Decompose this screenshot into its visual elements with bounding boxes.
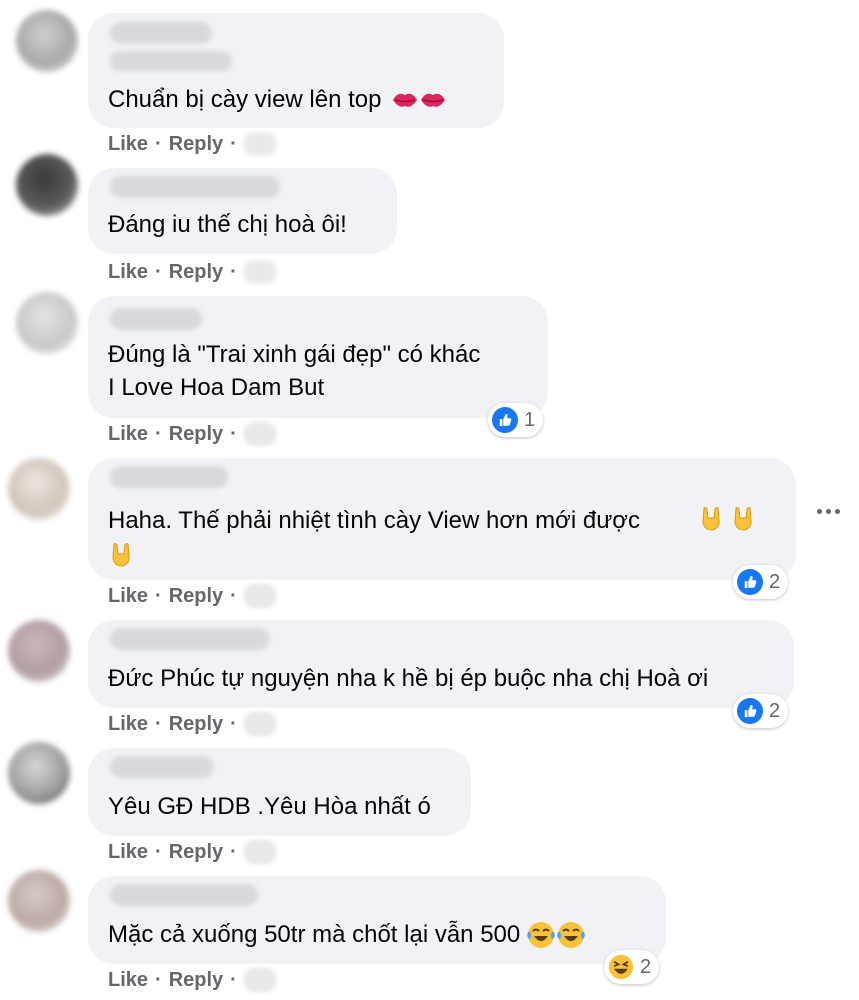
separator-dot: · bbox=[230, 422, 237, 445]
comment-bubble: Haha. Thế phải nhiệt tình cày View hơn m… bbox=[88, 458, 796, 580]
reply-link[interactable]: Reply bbox=[169, 133, 223, 156]
like-link[interactable]: Like bbox=[108, 969, 148, 992]
like-reaction-icon bbox=[737, 569, 763, 595]
separator-dot: · bbox=[230, 712, 237, 735]
kissing-lips-icon bbox=[392, 90, 446, 110]
haha-reaction-icon bbox=[608, 954, 634, 980]
like-link[interactable]: Like bbox=[108, 261, 148, 284]
comment-bubble: Mặc cả xuống 50tr mà chốt lại vẫn 500 bbox=[88, 876, 666, 964]
separator-dot: · bbox=[230, 260, 237, 283]
separator-dot: · bbox=[230, 132, 237, 155]
comment-text: Đáng iu thế chị hoà ôi! bbox=[108, 211, 347, 238]
comment-text: Yêu GĐ HDB .Yêu Hòa nhất ó bbox=[108, 793, 431, 820]
like-link[interactable]: Like bbox=[108, 585, 148, 608]
comment-text: Chuẩn bị cày view lên top bbox=[108, 86, 382, 113]
sign-of-the-horns-icon bbox=[110, 542, 132, 568]
separator-dot: · bbox=[155, 968, 162, 991]
reply-link[interactable]: Reply bbox=[169, 969, 223, 992]
commenter-avatar[interactable] bbox=[8, 458, 70, 520]
reaction-summary[interactable]: 2 bbox=[733, 565, 789, 599]
reaction-summary[interactable]: 1 bbox=[488, 403, 544, 437]
separator-dot: · bbox=[230, 584, 237, 607]
comment-actions: Like · Reply · bbox=[108, 260, 277, 284]
like-link[interactable]: Like bbox=[108, 713, 148, 736]
reply-link[interactable]: Reply bbox=[169, 585, 223, 608]
timestamp-blurred[interactable] bbox=[242, 712, 277, 736]
timestamp-blurred[interactable] bbox=[242, 840, 277, 864]
commenter-avatar[interactable] bbox=[16, 292, 78, 354]
reaction-summary[interactable]: 2 bbox=[604, 950, 660, 984]
separator-dot: · bbox=[155, 584, 162, 607]
reply-link[interactable]: Reply bbox=[169, 713, 223, 736]
reaction-count: 2 bbox=[769, 570, 781, 593]
commenter-name-blurred[interactable] bbox=[110, 884, 258, 906]
separator-dot: · bbox=[155, 840, 162, 863]
timestamp-blurred[interactable] bbox=[242, 422, 277, 446]
like-reaction-icon bbox=[737, 698, 763, 724]
comment-bubble: Chuẩn bị cày view lên top bbox=[88, 13, 504, 128]
tears-of-joy-icon bbox=[526, 920, 586, 950]
commenter-avatar[interactable] bbox=[16, 154, 78, 216]
separator-dot: · bbox=[230, 840, 237, 863]
like-reaction-icon bbox=[492, 407, 518, 433]
commenter-name-blurred[interactable] bbox=[110, 756, 214, 778]
comment-bubble: Đúng là "Trai xinh gái đẹp" có khác I Lo… bbox=[88, 296, 548, 418]
comment-bubble: Đáng iu thế chị hoà ôi! bbox=[88, 168, 397, 254]
comment-text: Đức Phúc tự nguyện nha k hề bị ép buộc n… bbox=[108, 665, 709, 692]
comment-bubble: Yêu GĐ HDB .Yêu Hòa nhất ó bbox=[88, 748, 471, 836]
comment-actions: Like · Reply · bbox=[108, 584, 277, 608]
commenter-name-blurred[interactable] bbox=[110, 628, 270, 650]
reaction-count: 1 bbox=[524, 408, 536, 431]
commenter-name-blurred bbox=[110, 51, 232, 71]
separator-dot: · bbox=[155, 260, 162, 283]
commenter-avatar[interactable] bbox=[8, 620, 70, 682]
more-options-icon[interactable] bbox=[817, 509, 840, 514]
separator-dot: · bbox=[155, 132, 162, 155]
commenter-name-blurred[interactable] bbox=[110, 176, 280, 198]
commenter-name-blurred[interactable] bbox=[110, 466, 228, 488]
commenter-avatar[interactable] bbox=[16, 10, 78, 72]
timestamp-blurred[interactable] bbox=[242, 132, 277, 156]
reaction-summary[interactable]: 2 bbox=[733, 694, 789, 728]
like-link[interactable]: Like bbox=[108, 423, 148, 446]
sign-of-the-horns-icon bbox=[700, 506, 754, 532]
timestamp-blurred[interactable] bbox=[242, 584, 277, 608]
comment-actions: Like · Reply · bbox=[108, 968, 277, 992]
comment-bubble: Đức Phúc tự nguyện nha k hề bị ép buộc n… bbox=[88, 620, 794, 708]
timestamp-blurred[interactable] bbox=[242, 260, 277, 284]
comment-actions: Like · Reply · bbox=[108, 132, 277, 156]
reply-link[interactable]: Reply bbox=[169, 261, 223, 284]
separator-dot: · bbox=[155, 422, 162, 445]
commenter-name-blurred[interactable] bbox=[110, 22, 212, 44]
comment-actions: Like · Reply · bbox=[108, 840, 277, 864]
commenter-avatar[interactable] bbox=[8, 742, 70, 804]
comment-text: Đúng là "Trai xinh gái đẹp" có khác I Lo… bbox=[108, 341, 481, 401]
comment-actions: Like · Reply · bbox=[108, 422, 277, 446]
like-link[interactable]: Like bbox=[108, 133, 148, 156]
comment-text: Haha. Thế phải nhiệt tình cày View hơn m… bbox=[108, 507, 641, 534]
reaction-count: 2 bbox=[769, 699, 781, 722]
like-link[interactable]: Like bbox=[108, 841, 148, 864]
reply-link[interactable]: Reply bbox=[169, 841, 223, 864]
comment-text: Mặc cả xuống 50tr mà chốt lại vẫn 500 bbox=[108, 921, 521, 948]
reaction-count: 2 bbox=[640, 955, 652, 978]
commenter-name-blurred[interactable] bbox=[110, 308, 202, 330]
timestamp-blurred[interactable] bbox=[242, 968, 277, 992]
separator-dot: · bbox=[230, 968, 237, 991]
reply-link[interactable]: Reply bbox=[169, 423, 223, 446]
commenter-avatar[interactable] bbox=[8, 870, 70, 932]
separator-dot: · bbox=[155, 712, 162, 735]
comment-actions: Like · Reply · bbox=[108, 712, 277, 736]
